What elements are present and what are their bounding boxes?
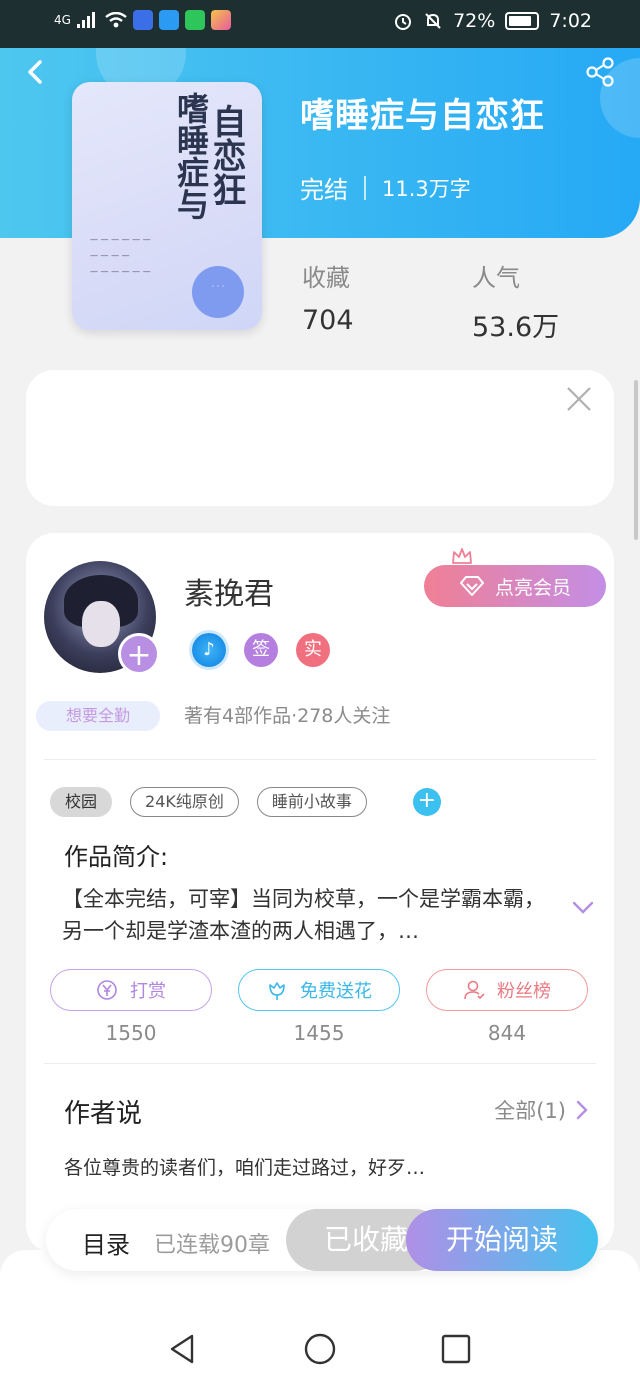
divider	[44, 1063, 596, 1064]
book-status: 完结	[300, 176, 348, 204]
nav-home-icon[interactable]	[303, 1332, 337, 1366]
battery-percent: 72%	[453, 10, 496, 32]
back-icon[interactable]	[22, 58, 50, 86]
chevron-down-icon[interactable]	[572, 901, 594, 915]
alarm-icon	[395, 14, 412, 30]
book-meta: 完结 11.3万字	[300, 170, 471, 205]
chevron-right-icon	[576, 1100, 588, 1120]
nav-recents-icon[interactable]	[439, 1332, 473, 1366]
scrollbar[interactable]	[634, 380, 638, 540]
tag-list: 校园 24K纯原创 睡前小故事 +	[50, 787, 441, 817]
fans-count: 844	[487, 1021, 527, 1045]
attendance-tag[interactable]: 想要全勤	[36, 701, 160, 731]
book-title: 嗜睡症与自恋狂	[300, 96, 545, 136]
send-flower-label: 免费送花	[300, 981, 372, 1002]
tag-item[interactable]: 24K纯原创	[130, 787, 239, 817]
close-icon[interactable]	[566, 386, 592, 412]
meta-divider	[364, 175, 366, 200]
crown-icon	[452, 548, 472, 564]
battery-icon	[505, 12, 540, 30]
flower-count: 1455	[293, 1021, 345, 1045]
author-says-text[interactable]: 各位尊贵的读者们，咱们走过路过，好歹…	[64, 1153, 425, 1180]
clock: 7:02	[549, 10, 592, 32]
favorites-label: 收藏	[302, 264, 350, 292]
popularity-value: 53.6万	[472, 312, 560, 343]
yen-icon	[97, 980, 117, 1000]
member-button[interactable]: 点亮会员	[424, 565, 606, 607]
cover-fine-print: — — — — — — — — — — — — — — — —	[90, 235, 151, 276]
ad-card[interactable]	[26, 370, 614, 506]
author-says-all-link[interactable]: 全部(1)	[494, 1095, 588, 1125]
network-label: 4G	[54, 13, 71, 27]
author-says-all-label: 全部(1)	[494, 1099, 566, 1123]
tag-item[interactable]: 睡前小故事	[256, 787, 367, 817]
system-nav-bar	[0, 1310, 640, 1387]
author-card: + 素挽君 点亮会员 ♪ 签 实 想要全勤 著有4部作品·278人关注 校园 2…	[26, 533, 614, 1253]
author-says-heading: 作者说	[64, 1099, 143, 1129]
cover-seal: · · ·	[192, 266, 244, 318]
status-bar: 4G 72% 7:02	[0, 0, 640, 48]
start-reading-button[interactable]: 开始阅读	[406, 1209, 598, 1271]
reward-label: 打赏	[130, 981, 166, 1002]
book-cover[interactable]: 自恋狂 嗜睡症与 — — — — — — — — — — — — — — — — ·…	[72, 82, 262, 330]
author-badges: ♪ 签 实	[192, 633, 330, 667]
cover-title: 自恋狂	[206, 104, 246, 206]
app-notification-icon	[132, 10, 153, 30]
music-badge-icon[interactable]: ♪	[192, 633, 226, 667]
share-icon[interactable]	[584, 56, 616, 88]
popularity-label: 人气	[472, 264, 520, 292]
popularity-stat: 人气 53.6万	[472, 258, 559, 344]
tag-item[interactable]: 校园	[50, 787, 113, 817]
nav-back-icon[interactable]	[166, 1332, 200, 1366]
mute-icon	[425, 13, 441, 29]
fans-rank-label: 粉丝榜	[497, 981, 551, 1002]
signal-icon	[76, 12, 95, 28]
gallery-app-icon	[210, 10, 231, 30]
status-right: 72% 7:02	[393, 10, 592, 32]
user-icon	[464, 980, 485, 1000]
author-name[interactable]: 素挽君	[184, 569, 274, 613]
verified-badge[interactable]: 实	[296, 633, 330, 667]
status-left: 4G	[54, 10, 231, 30]
favorites-value: 704	[302, 305, 354, 336]
member-label: 点亮会员	[494, 576, 571, 599]
fans-rank-button[interactable]: 粉丝榜	[426, 969, 588, 1011]
book-word-count: 11.3万字	[382, 176, 471, 201]
cover-title: 嗜睡症与	[172, 92, 210, 220]
bottom-action-bar: 目录 已连载90章 已收藏 开始阅读	[46, 1209, 598, 1271]
signed-badge[interactable]: 签	[244, 633, 278, 667]
serial-status: 已连载90章	[154, 1233, 270, 1258]
send-flower-button[interactable]: 免费送花	[238, 969, 400, 1011]
add-tag-button[interactable]: +	[412, 788, 441, 816]
avatar-face	[82, 601, 120, 647]
wechat-icon	[184, 10, 205, 30]
diamond-icon	[459, 576, 484, 596]
search-app-icon	[158, 10, 179, 30]
intro-heading: 作品简介:	[64, 843, 169, 871]
divider	[44, 759, 596, 760]
follow-button[interactable]: +	[118, 633, 160, 675]
wifi-icon	[105, 12, 127, 28]
author-stats: 著有4部作品·278人关注	[184, 705, 391, 727]
favorites-stat: 收藏 704	[302, 258, 354, 336]
flower-icon	[269, 982, 285, 1000]
reward-button[interactable]: 打赏	[50, 969, 212, 1011]
intro-text[interactable]: 【全本完结，可宰】当同为校草，一个是学霸本霸，另一个却是学渣本渣的两人相遇了，…	[62, 883, 552, 947]
reward-count: 1550	[105, 1021, 157, 1045]
toc-button[interactable]: 目录	[82, 1225, 130, 1260]
